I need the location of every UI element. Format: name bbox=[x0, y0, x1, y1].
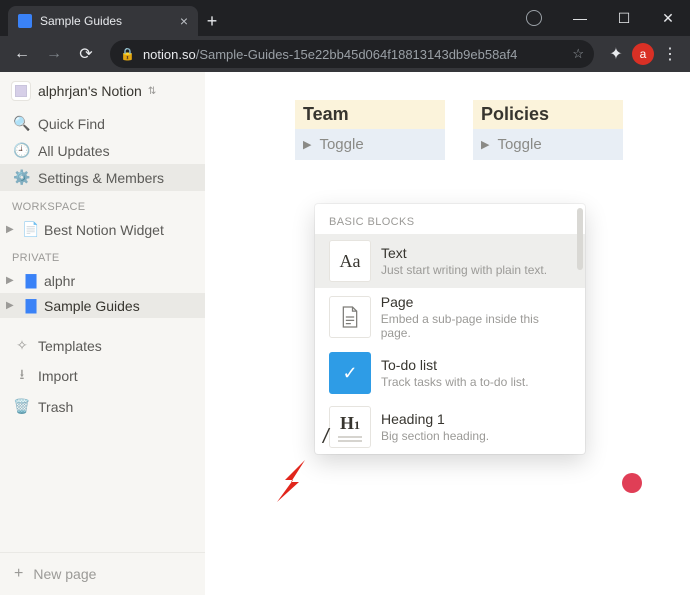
url-path: /Sample-Guides-15e22bb45d064f18813143db9… bbox=[196, 47, 518, 62]
slash-item-desc: Just start writing with plain text. bbox=[381, 263, 547, 277]
toggle-triangle-icon: ▶ bbox=[303, 138, 311, 151]
slash-item-desc: Track tasks with a to-do list. bbox=[381, 375, 529, 389]
slash-item-todo[interactable]: To-do list Track tasks with a to-do list… bbox=[315, 346, 585, 400]
toggle-triangle-icon: ▶ bbox=[481, 138, 489, 151]
close-tab-icon[interactable]: × bbox=[180, 13, 188, 29]
new-tab-button[interactable]: + bbox=[198, 6, 226, 36]
notion-app: alphrjan's Notion ⇅ 🔍 Quick Find 🕘 All U… bbox=[0, 72, 690, 595]
text-block-icon: Aa bbox=[329, 240, 371, 282]
help-bubble-icon[interactable] bbox=[622, 473, 642, 493]
page-content: Team ▶ Toggle Policies ▶ Toggle BASIC BL… bbox=[205, 72, 690, 595]
page-icon: ▇ bbox=[22, 297, 40, 314]
import-label: Import bbox=[38, 368, 78, 384]
slash-character: / bbox=[323, 426, 329, 449]
heading1-block-icon: H1 bbox=[329, 406, 371, 448]
templates-label: Templates bbox=[38, 338, 102, 354]
templates-button[interactable]: ✧ Templates bbox=[0, 332, 205, 359]
forward-button[interactable]: → bbox=[40, 40, 68, 68]
browser-menu-icon[interactable]: ⋮ bbox=[658, 44, 682, 64]
card-heading[interactable]: Team bbox=[295, 100, 445, 129]
lock-icon: 🔒 bbox=[120, 47, 135, 61]
quick-find-label: Quick Find bbox=[38, 116, 105, 132]
tab-favicon bbox=[18, 14, 32, 28]
workspace-switcher[interactable]: alphrjan's Notion ⇅ bbox=[0, 72, 205, 110]
scrollbar-thumb[interactable] bbox=[577, 208, 583, 270]
profile-avatar[interactable]: a bbox=[632, 43, 654, 65]
import-button[interactable]: ⭳ Import bbox=[0, 359, 205, 393]
templates-icon: ✧ bbox=[12, 337, 32, 354]
address-bar[interactable]: 🔒 notion.so/Sample-Guides-15e22bb45d064f… bbox=[110, 40, 594, 68]
disclosure-triangle-icon[interactable]: ▶ bbox=[6, 275, 20, 286]
window-controls: — ☐ ✕ bbox=[514, 0, 690, 36]
page-title: Best Notion Widget bbox=[44, 222, 164, 238]
all-updates-button[interactable]: 🕘 All Updates bbox=[0, 137, 205, 164]
slash-menu-section-label: BASIC BLOCKS bbox=[315, 204, 585, 234]
sidebar-page-sample-guides[interactable]: ▶ ▇ Sample Guides bbox=[0, 293, 205, 318]
trash-icon: 🗑️ bbox=[12, 398, 32, 415]
slash-item-heading-1[interactable]: H1 Heading 1 Big section heading. bbox=[315, 400, 585, 454]
close-window-button[interactable]: ✕ bbox=[646, 0, 690, 36]
toggle-block[interactable]: ▶ Toggle bbox=[295, 129, 445, 160]
bookmark-star-icon[interactable]: ☆ bbox=[572, 46, 584, 62]
all-updates-label: All Updates bbox=[38, 143, 110, 159]
annotation-arrow bbox=[265, 452, 323, 510]
slash-command-menu: BASIC BLOCKS Aa Text Just start writing … bbox=[315, 204, 585, 454]
card-policies: Policies ▶ Toggle bbox=[473, 100, 623, 160]
minimize-button[interactable]: — bbox=[558, 0, 602, 36]
todo-block-icon bbox=[329, 352, 371, 394]
url-host: notion.so bbox=[143, 47, 196, 62]
settings-members-button[interactable]: ⚙️ Settings & Members bbox=[0, 164, 205, 191]
maximize-button[interactable]: ☐ bbox=[602, 0, 646, 36]
page-title: Sample Guides bbox=[44, 298, 140, 314]
slash-item-desc: Embed a sub-page inside this page. bbox=[381, 312, 571, 340]
toggle-label: Toggle bbox=[319, 136, 363, 153]
sidebar-page-alphr[interactable]: ▶ ▇ alphr bbox=[0, 268, 205, 293]
browser-toolbar: ← → ⟳ 🔒 notion.so/Sample-Guides-15e22bb4… bbox=[0, 36, 690, 72]
workspace-name: alphrjan's Notion bbox=[38, 83, 142, 99]
trash-button[interactable]: 🗑️ Trash bbox=[0, 393, 205, 420]
toggle-label: Toggle bbox=[497, 136, 541, 153]
clock-icon: 🕘 bbox=[12, 142, 32, 159]
quick-find-button[interactable]: 🔍 Quick Find bbox=[0, 110, 205, 137]
workspace-icon bbox=[12, 82, 30, 100]
page-block-icon bbox=[329, 296, 371, 338]
trash-label: Trash bbox=[38, 399, 73, 415]
sidebar: alphrjan's Notion ⇅ 🔍 Quick Find 🕘 All U… bbox=[0, 72, 205, 595]
slash-item-title: Text bbox=[381, 245, 547, 261]
page-icon: 📄 bbox=[22, 221, 40, 238]
slash-item-page[interactable]: Page Embed a sub-page inside this page. bbox=[315, 288, 585, 346]
browser-tab[interactable]: Sample Guides × bbox=[8, 6, 198, 36]
plus-icon: + bbox=[14, 565, 23, 583]
page-icon: ▇ bbox=[22, 272, 40, 289]
disclosure-triangle-icon[interactable]: ▶ bbox=[6, 224, 20, 235]
toggle-block[interactable]: ▶ Toggle bbox=[473, 129, 623, 160]
new-page-label: New page bbox=[33, 566, 96, 582]
card-heading[interactable]: Policies bbox=[473, 100, 623, 129]
slash-item-title: Heading 1 bbox=[381, 411, 489, 427]
section-private-label: PRIVATE bbox=[0, 242, 205, 268]
page-title: alphr bbox=[44, 273, 75, 289]
sidebar-page-best-notion-widget[interactable]: ▶ 📄 Best Notion Widget bbox=[0, 217, 205, 242]
gear-icon: ⚙️ bbox=[12, 169, 32, 186]
section-workspace-label: WORKSPACE bbox=[0, 191, 205, 217]
tab-title: Sample Guides bbox=[40, 14, 122, 28]
settings-label: Settings & Members bbox=[38, 170, 164, 186]
card-team: Team ▶ Toggle bbox=[295, 100, 445, 160]
incognito-icon bbox=[514, 0, 558, 36]
slash-item-title: To-do list bbox=[381, 357, 529, 373]
reload-button[interactable]: ⟳ bbox=[72, 40, 100, 68]
back-button[interactable]: ← bbox=[8, 40, 36, 68]
slash-item-desc: Big section heading. bbox=[381, 429, 489, 443]
updown-icon: ⇅ bbox=[148, 86, 156, 97]
window-titlebar: Sample Guides × + — ☐ ✕ bbox=[0, 0, 690, 36]
disclosure-triangle-icon[interactable]: ▶ bbox=[6, 300, 20, 311]
search-icon: 🔍 bbox=[12, 115, 32, 132]
new-page-button[interactable]: + New page bbox=[0, 552, 205, 595]
slash-item-text[interactable]: Aa Text Just start writing with plain te… bbox=[315, 234, 585, 288]
extensions-icon[interactable]: ✦ bbox=[604, 44, 628, 64]
download-icon: ⭳ bbox=[12, 364, 32, 388]
slash-item-title: Page bbox=[381, 294, 571, 310]
